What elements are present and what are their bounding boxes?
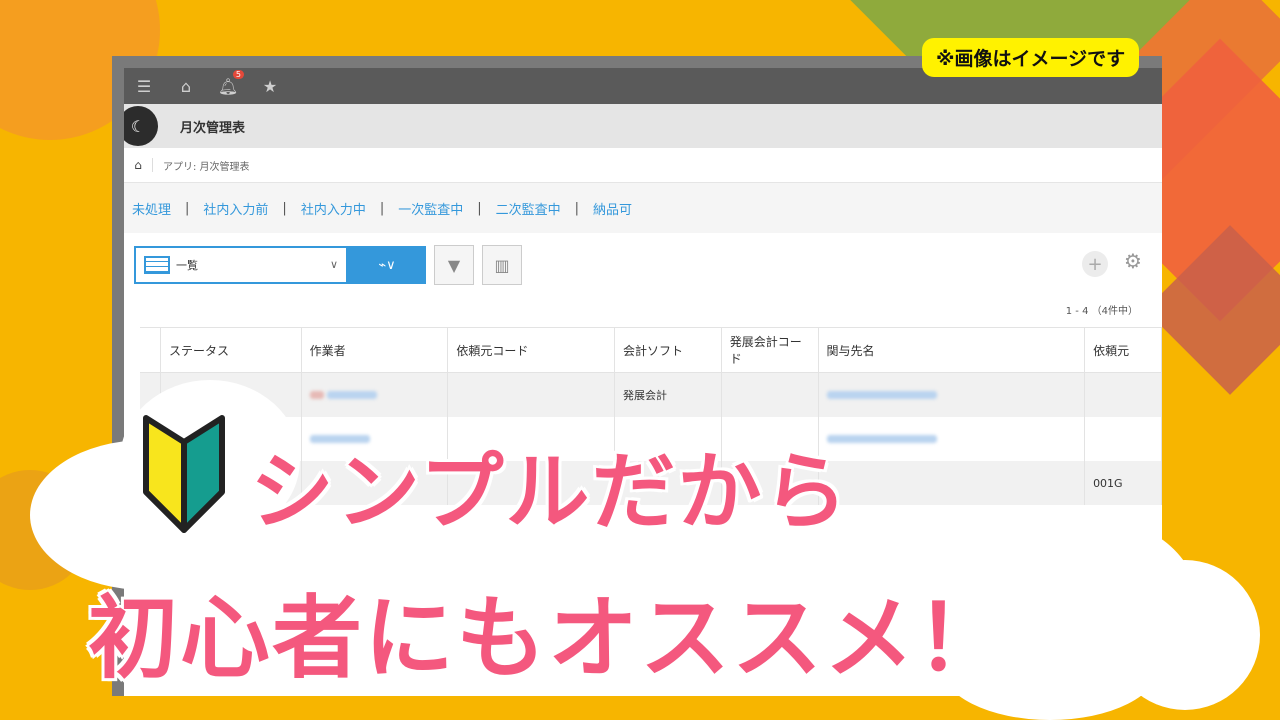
funnel-icon: ▼ (447, 255, 461, 275)
notification-badge: 5 (232, 70, 244, 79)
image-notice: ※画像はイメージです (922, 38, 1140, 77)
view-label: 一覧 (176, 259, 198, 272)
table-cell: 発展会計 (614, 372, 722, 417)
graph-button[interactable]: ⌁∨ (348, 246, 426, 284)
home-icon[interactable]: ⌂ (172, 72, 200, 100)
breadcrumb-app[interactable]: アプリ: 月次管理表 (163, 158, 250, 173)
menu-icon[interactable]: ☰ (130, 72, 158, 100)
cloud (1110, 560, 1260, 710)
filter-button[interactable]: ▼ (434, 245, 474, 285)
headline-line-1: シンプルだから (247, 441, 850, 544)
column-header[interactable]: 依頼元コード (447, 327, 615, 373)
table-header: ステータス 作業者 依頼元コード 会計ソフト 発展会計コード 関与先名 依頼元 (140, 327, 1162, 373)
column-header[interactable]: 作業者 (301, 327, 449, 373)
filter-link[interactable]: 未処理 (132, 199, 171, 218)
table-row[interactable]: 発展会計 (140, 372, 1162, 417)
chevron-down-icon: ∨ (329, 258, 338, 271)
app-title: 月次管理表 (180, 120, 246, 136)
view-selector[interactable]: 一覧 ∨ (134, 246, 348, 284)
column-header[interactable]: 会計ソフト (614, 327, 722, 373)
filter-link[interactable]: 二次監査中 (496, 199, 561, 218)
filter-link[interactable]: 社内入力前 (203, 199, 268, 218)
filter-link[interactable]: 納品可 (593, 199, 632, 218)
headline-line-2: 初心者にもオススメ！ (86, 584, 1009, 694)
bell-icon[interactable]: 🔔︎ 5 (214, 70, 244, 100)
record-count: 1 - 4 （4件中） (1065, 306, 1138, 317)
add-record-button[interactable]: + (1082, 251, 1108, 277)
column-header[interactable]: 発展会計コード (721, 327, 819, 373)
filter-link[interactable]: 一次監査中 (398, 199, 463, 218)
breadcrumb: ⌂ アプリ: 月次管理表 (124, 148, 1162, 183)
app-header: ☾ 月次管理表 (124, 104, 1162, 148)
filter-link[interactable]: 社内入力中 (301, 199, 366, 218)
table-icon (144, 256, 170, 274)
beginner-mark-icon (143, 415, 225, 533)
column-header[interactable]: 関与先名 (818, 327, 1086, 373)
gear-icon[interactable]: ⚙ (1124, 249, 1142, 273)
home-icon[interactable]: ⌂ (124, 158, 153, 172)
column-header[interactable]: ステータス (160, 327, 302, 373)
chart-button[interactable]: ▥ (482, 245, 522, 285)
status-filters: 未処理 | 社内入力前 | 社内入力中 | 一次監査中 | 二次監査中 | 納品可 (124, 183, 1162, 233)
table-cell: 001G (1084, 461, 1162, 505)
app-logo: ☾ (124, 106, 158, 146)
toolbar: 一覧 ∨ ⌁∨ ▼ ▥ + ⚙ (124, 233, 1162, 297)
star-icon[interactable]: ★ (256, 72, 284, 100)
column-header[interactable]: 依頼元 (1084, 327, 1162, 373)
line-graph-icon: ⌁∨ (378, 257, 396, 273)
bar-chart-icon: ▥ (494, 255, 510, 275)
